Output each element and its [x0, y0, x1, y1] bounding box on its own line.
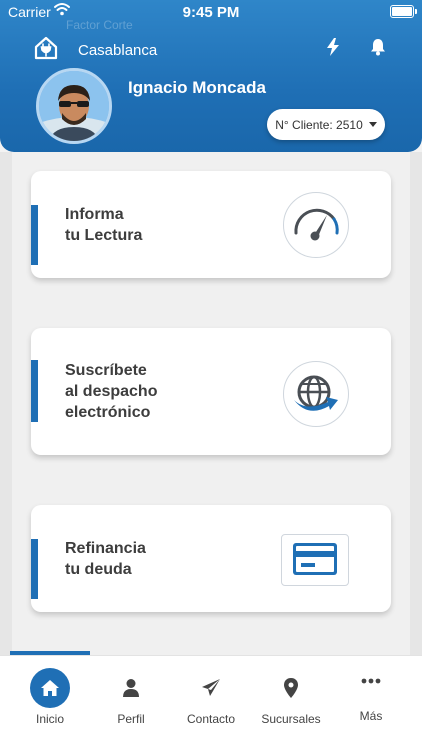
tab-label: Más: [359, 709, 383, 723]
paper-plane-icon: [169, 678, 253, 698]
more-dots-icon: [329, 678, 413, 684]
tab-label: Perfil: [117, 712, 145, 726]
card-informa-lectura[interactable]: Informa tu Lectura: [31, 171, 391, 278]
tab-bar: Inicio Perfil Contacto Sucursales Más: [0, 651, 422, 751]
globe-arrow-icon: [283, 361, 349, 427]
tab-label: Inicio: [35, 712, 64, 726]
lightning-icon[interactable]: [326, 38, 340, 61]
location-label[interactable]: Casablanca: [78, 42, 157, 59]
credit-card-icon: [281, 534, 349, 586]
clock: 9:45 PM: [182, 4, 240, 21]
speedometer-icon: [283, 192, 349, 258]
card-title: Informa tu Lectura: [65, 205, 143, 244]
home-plug-icon[interactable]: [33, 35, 59, 66]
bell-icon[interactable]: [369, 38, 387, 61]
battery-icon: [390, 5, 417, 18]
home-icon: [30, 668, 70, 708]
card-accent: [31, 539, 38, 599]
user-name: Ignacio Moncada: [128, 78, 266, 97]
client-number-label: N° Cliente: 2510: [275, 117, 363, 132]
status-bar: Carrier 9:45 PM: [0, 0, 422, 24]
card-title: Refinancia tu deuda: [65, 539, 146, 578]
card-despacho-electronico[interactable]: Suscríbete al despacho electrónico: [31, 328, 391, 455]
tab-indicator: [10, 651, 90, 655]
card-title: Suscríbete al despacho electrónico: [65, 362, 158, 421]
tab-label: Sucursales: [261, 712, 321, 726]
card-accent: [31, 360, 38, 422]
tab-mas[interactable]: Más: [329, 656, 413, 751]
person-icon: [89, 678, 173, 698]
tab-perfil[interactable]: Perfil: [89, 656, 173, 751]
tab-contacto[interactable]: Contacto: [169, 656, 253, 751]
map-pin-icon: [249, 678, 333, 698]
card-accent: [31, 205, 38, 265]
client-number-dropdown[interactable]: N° Cliente: 2510: [267, 109, 385, 140]
tab-label: Contacto: [186, 712, 236, 726]
card-refinancia-deuda[interactable]: Refinancia tu deuda: [31, 505, 391, 612]
avatar[interactable]: [36, 68, 112, 144]
tab-inicio[interactable]: Inicio: [8, 656, 92, 751]
caret-down-icon: [368, 122, 377, 127]
tab-sucursales[interactable]: Sucursales: [249, 656, 333, 751]
